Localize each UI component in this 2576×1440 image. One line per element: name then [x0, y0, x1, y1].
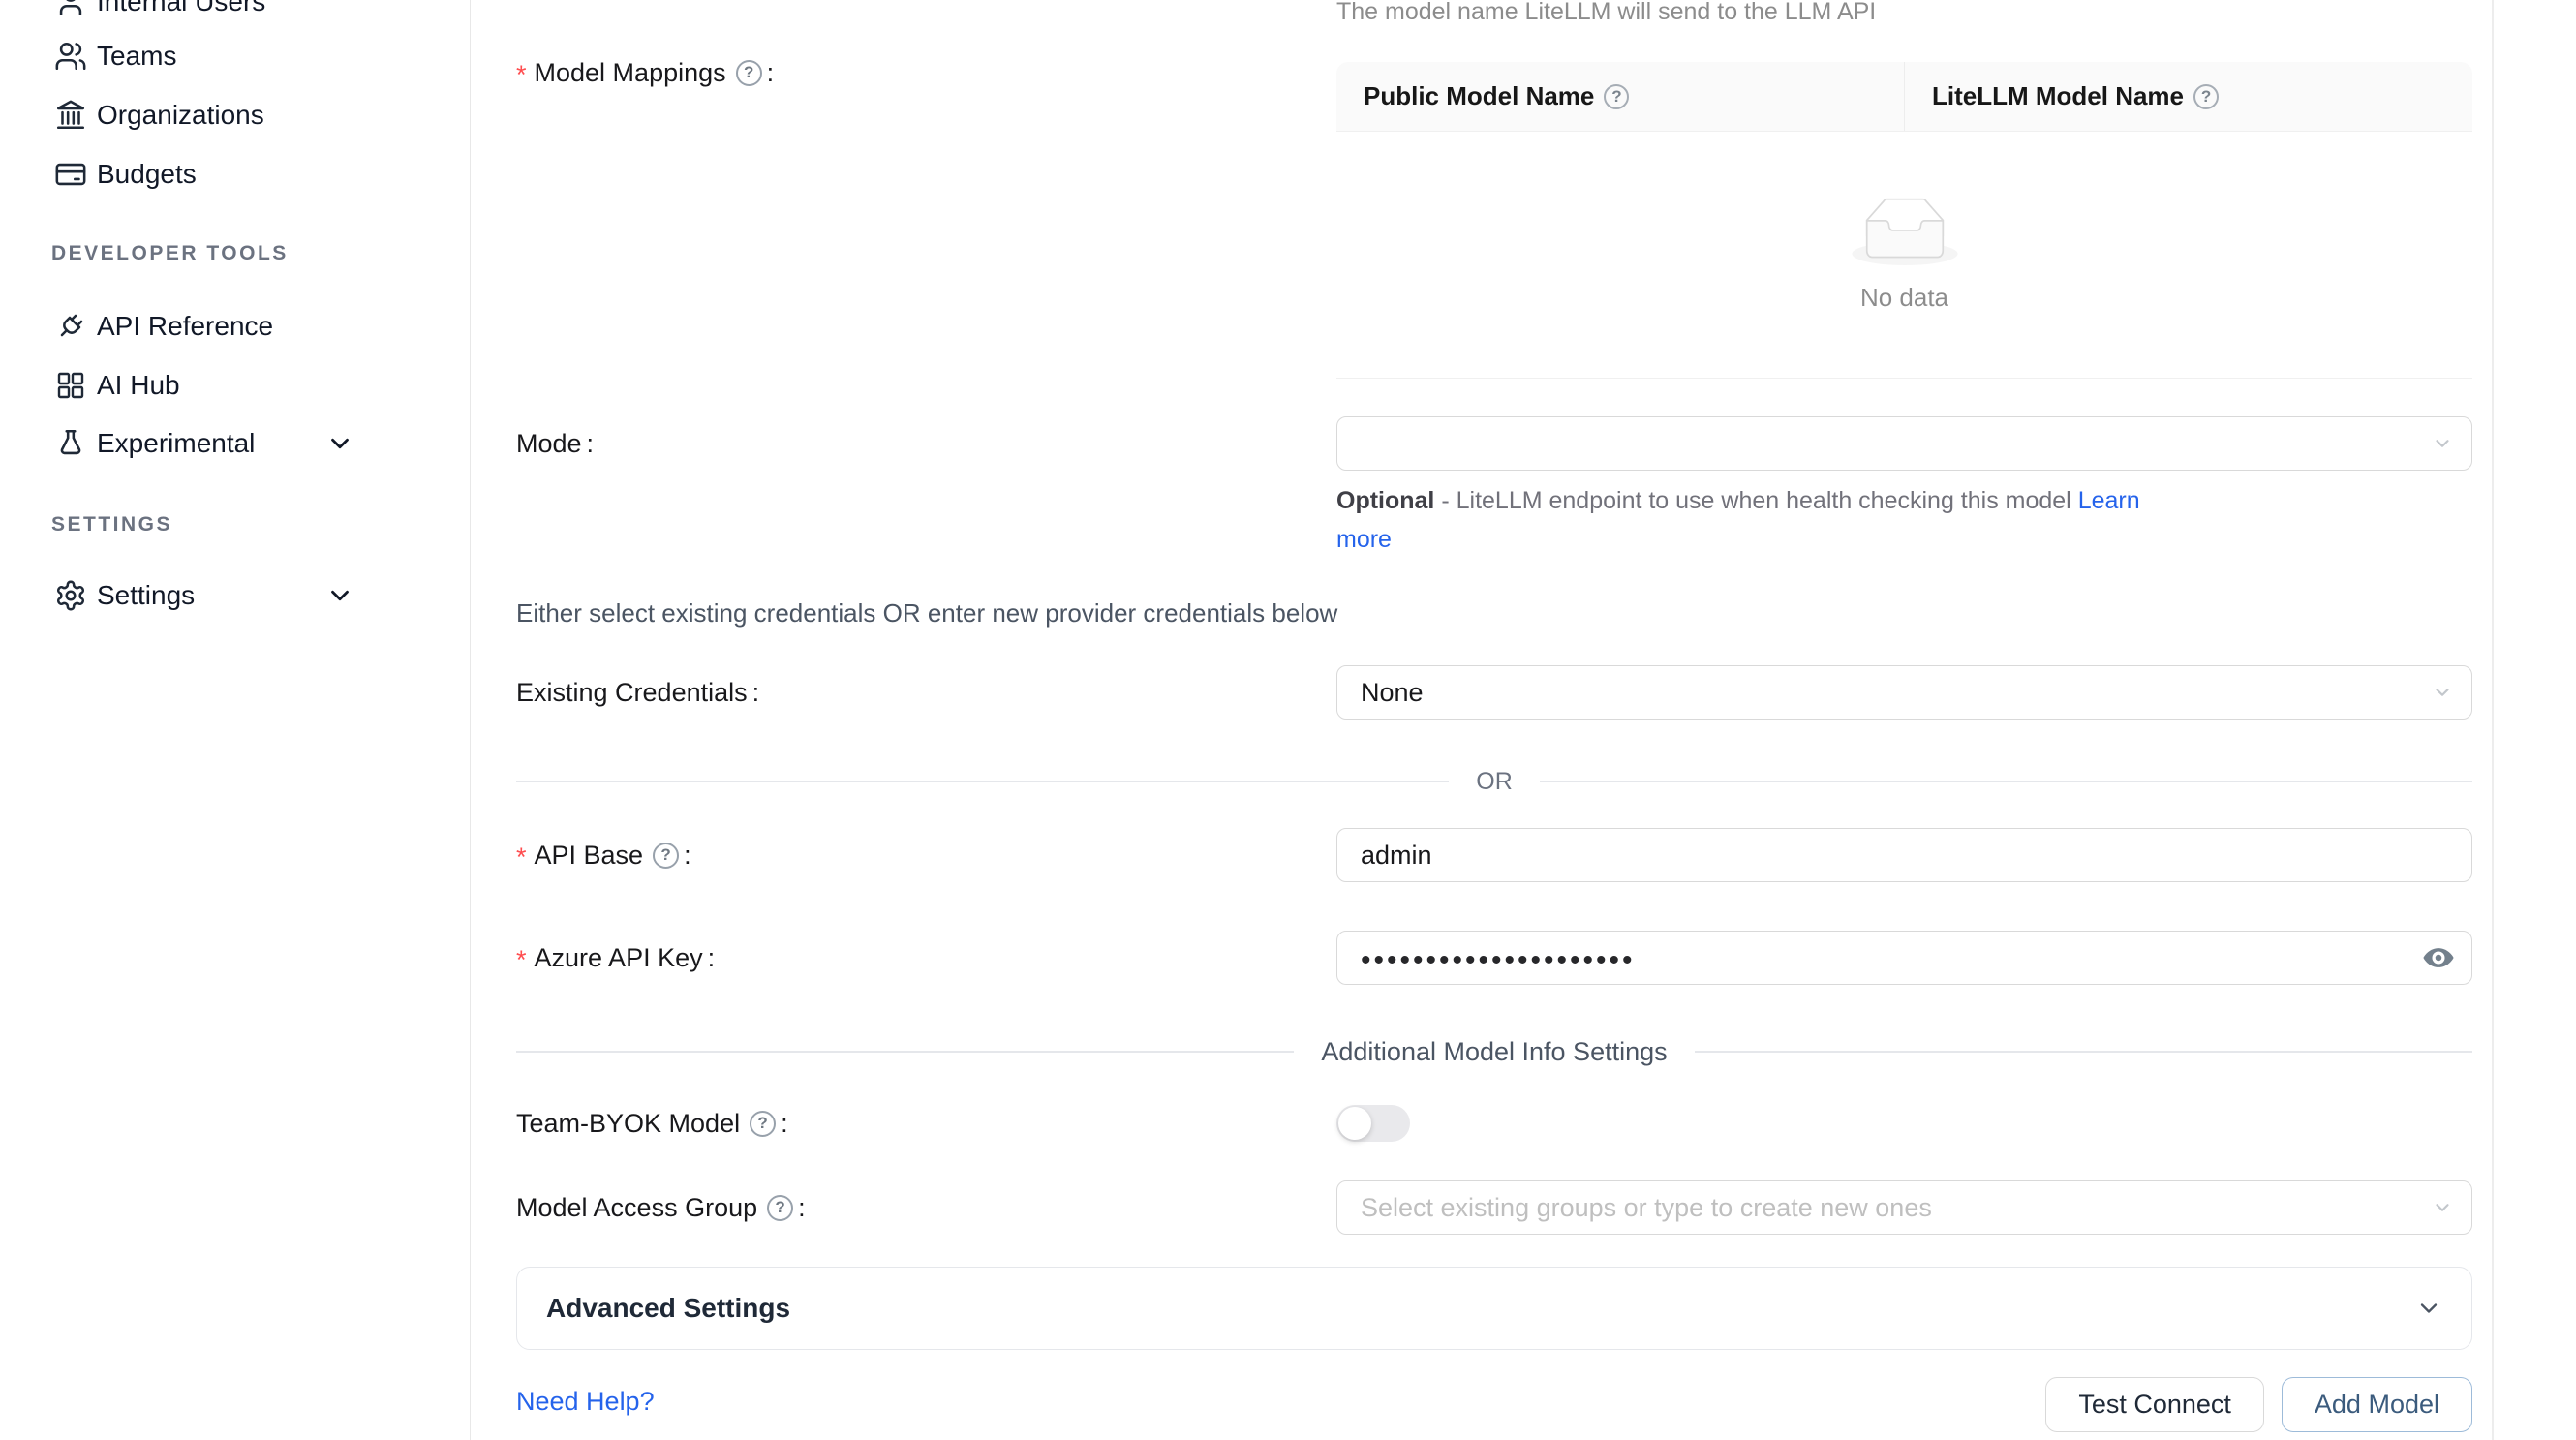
mode-row: Mode : — [516, 416, 2472, 471]
sidebar-item-ai-hub[interactable]: AI Hub — [0, 356, 470, 414]
mode-label: Mode : — [516, 429, 1336, 459]
sidebar-item-label: Budgets — [97, 159, 197, 190]
chevron-down-icon — [2432, 1197, 2453, 1218]
selected-value: None — [1361, 678, 1424, 708]
flask-icon — [53, 426, 88, 461]
model-name-hint: The model name LiteLLM will send to the … — [1336, 0, 1876, 26]
mode-help-text: Optional - LiteLLM endpoint to use when … — [1336, 481, 2189, 559]
table-header: Public Model Name ? LiteLLM Model Name ? — [1336, 62, 2472, 132]
add-model-form: The model name LiteLLM will send to the … — [471, 0, 2576, 1440]
or-divider: OR — [516, 767, 2472, 796]
sidebar-item-budgets[interactable]: Budgets — [0, 145, 470, 203]
sidebar-item-label: Experimental — [97, 428, 255, 459]
help-icon[interactable]: ? — [736, 60, 762, 86]
sidebar: Internal Users Teams Organizations Budge… — [0, 0, 471, 1440]
sidebar-item-label: Teams — [97, 41, 176, 72]
model-access-group-row: Model Access Group ? : Select existing g… — [516, 1180, 2472, 1235]
column-public-model-name: Public Model Name ? — [1336, 62, 1904, 131]
content-right-divider — [2492, 0, 2494, 1440]
help-icon[interactable]: ? — [750, 1111, 776, 1137]
existing-credentials-label: Existing Credentials : — [516, 678, 1336, 708]
user-icon — [53, 0, 88, 19]
team-byok-label: Team-BYOK Model ? : — [516, 1109, 1336, 1139]
team-byok-toggle[interactable] — [1336, 1105, 1410, 1142]
masked-password-value: ••••••••••••••••••••• — [1361, 934, 1636, 988]
sidebar-item-teams[interactable]: Teams — [0, 27, 470, 85]
select-placeholder: Select existing groups or type to create… — [1361, 1193, 1932, 1223]
api-base-input[interactable] — [1361, 841, 2417, 871]
sidebar-section-settings: SETTINGS — [51, 513, 172, 536]
chevron-down-icon — [2415, 1295, 2442, 1322]
users-icon — [53, 39, 88, 74]
model-access-group-label: Model Access Group ? : — [516, 1193, 1336, 1223]
existing-credentials-select[interactable]: None — [1336, 665, 2472, 720]
help-icon[interactable]: ? — [2193, 84, 2219, 109]
sidebar-item-label: Settings — [97, 580, 195, 611]
chevron-down-icon — [325, 581, 354, 610]
column-litellm-model-name: LiteLLM Model Name ? — [1904, 62, 2472, 131]
azure-api-key-label: * Azure API Key : — [516, 941, 1336, 975]
azure-api-key-input[interactable]: ••••••••••••••••••••• — [1336, 931, 2472, 985]
chevron-down-icon — [325, 429, 354, 458]
api-base-row: * API Base ? : — [516, 828, 2472, 882]
sidebar-item-experimental[interactable]: Experimental — [0, 414, 470, 473]
help-icon[interactable]: ? — [653, 843, 679, 869]
chevron-down-icon — [2432, 433, 2453, 454]
credit-card-icon — [53, 157, 88, 192]
footer-buttons: Test Connect Add Model — [2045, 1377, 2472, 1432]
required-asterisk: * — [516, 843, 527, 873]
help-icon[interactable]: ? — [1604, 84, 1629, 109]
advanced-settings-panel[interactable]: Advanced Settings — [516, 1267, 2472, 1350]
mode-select[interactable] — [1336, 416, 2472, 471]
team-byok-row: Team-BYOK Model ? : — [516, 1096, 2472, 1150]
model-mappings-table: Public Model Name ? LiteLLM Model Name ?… — [1336, 62, 2472, 379]
test-connect-button[interactable]: Test Connect — [2045, 1377, 2264, 1432]
sidebar-item-settings[interactable]: Settings — [0, 567, 470, 625]
bank-icon — [53, 98, 88, 133]
credentials-note: Either select existing credentials OR en… — [516, 598, 1337, 628]
additional-settings-divider: Additional Model Info Settings — [516, 1037, 2472, 1066]
sidebar-item-organizations[interactable]: Organizations — [0, 86, 470, 144]
sidebar-item-label: Internal Users — [97, 0, 265, 17]
no-data-text: No data — [1860, 283, 1948, 313]
advanced-settings-label: Advanced Settings — [546, 1293, 2415, 1324]
chevron-down-icon — [2432, 682, 2453, 703]
model-mappings-label: * Model Mappings ? : — [516, 56, 1336, 90]
sidebar-item-label: AI Hub — [97, 370, 180, 401]
model-access-group-select[interactable]: Select existing groups or type to create… — [1336, 1180, 2472, 1235]
gear-icon — [53, 578, 88, 613]
table-empty-state: No data — [1336, 132, 2472, 379]
eye-icon[interactable] — [2422, 941, 2455, 974]
need-help-link[interactable]: Need Help? — [516, 1387, 655, 1417]
api-base-label: * API Base ? : — [516, 839, 1336, 873]
azure-api-key-row: * Azure API Key : ••••••••••••••••••••• — [516, 931, 2472, 985]
grid-icon — [53, 368, 88, 403]
add-model-button[interactable]: Add Model — [2282, 1377, 2472, 1432]
sidebar-item-label: API Reference — [97, 311, 273, 342]
sidebar-item-api-reference[interactable]: API Reference — [0, 297, 470, 355]
existing-credentials-row: Existing Credentials : None — [516, 665, 2472, 720]
sidebar-section-developer-tools: DEVELOPER TOOLS — [51, 242, 289, 265]
litellm-add-model-page: Internal Users Teams Organizations Budge… — [0, 0, 2576, 1440]
required-asterisk: * — [516, 945, 527, 975]
sidebar-item-label: Organizations — [97, 100, 264, 131]
empty-inbox-icon — [1852, 198, 1958, 265]
help-icon[interactable]: ? — [767, 1195, 793, 1221]
plug-icon — [53, 309, 88, 344]
required-asterisk: * — [516, 60, 527, 90]
